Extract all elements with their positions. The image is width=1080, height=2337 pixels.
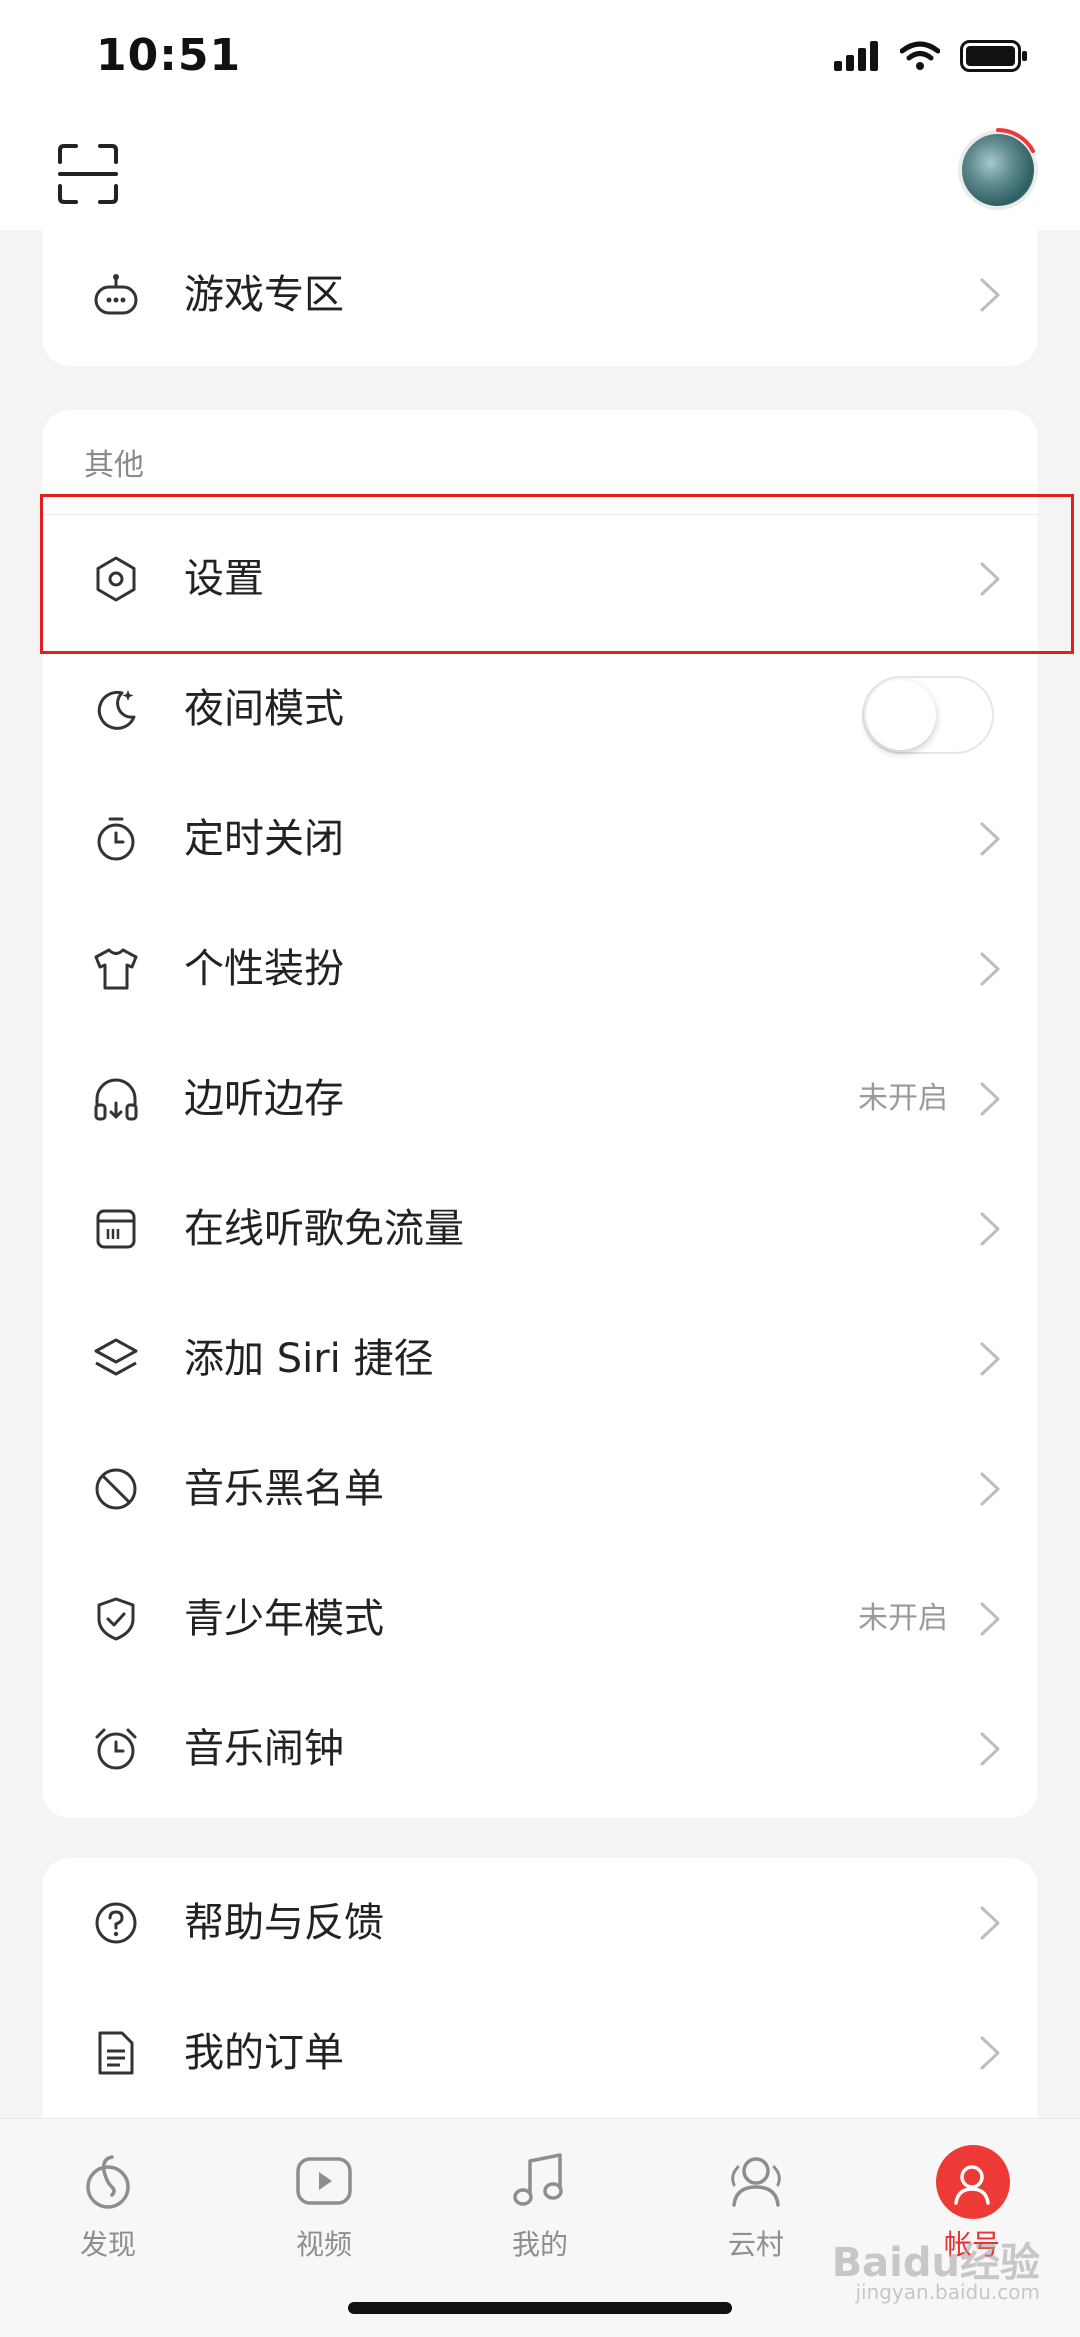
chevron-right-icon [980, 1602, 1000, 1636]
tab-discover[interactable]: 发现 [38, 2139, 178, 2269]
discover-icon [86, 2155, 130, 2209]
row-sleep-timer[interactable]: 定时关闭 [42, 774, 1038, 904]
row-label: 音乐闹钟 [184, 1726, 344, 1772]
row-label: 夜间模式 [184, 686, 344, 732]
chevron-right-icon [980, 562, 1000, 596]
tab-community[interactable]: 云村 [686, 2139, 826, 2269]
toggle-knob [866, 680, 936, 750]
layers-icon [94, 1338, 138, 1376]
community-icon [731, 2157, 781, 2207]
account-icon [954, 2165, 990, 2205]
section-title-other: 其他 [84, 448, 144, 483]
row-cache-while-listening[interactable]: 边听边存 未开启 [42, 1034, 1038, 1164]
chevron-right-icon [980, 952, 1000, 986]
timer-icon [97, 817, 135, 861]
row-teen-mode[interactable]: 青少年模式 未开启 [42, 1554, 1038, 1684]
block-icon [95, 1468, 137, 1510]
row-label: 游戏专区 [184, 272, 344, 318]
row-label: 在线听歌免流量 [184, 1206, 464, 1252]
row-add-siri-shortcut[interactable]: 添加 Siri 捷径 [42, 1294, 1038, 1424]
alarm-icon [95, 1728, 137, 1770]
battery-icon [960, 40, 1027, 72]
chevron-right-icon [980, 2036, 1000, 2070]
status-time: 10:51 [96, 30, 242, 81]
chevron-right-icon [980, 278, 1000, 312]
row-music-alarm[interactable]: 音乐闹钟 [42, 1684, 1038, 1814]
row-label: 个性装扮 [184, 946, 344, 992]
status-icons [834, 40, 1028, 72]
row-label: 边听边存 [184, 1076, 344, 1122]
watermark-sub: jingyan.baidu.com [855, 2280, 1040, 2304]
cellular-signal-icon [834, 41, 878, 71]
row-personalize[interactable]: 个性装扮 [42, 904, 1038, 1034]
avatar-button[interactable] [958, 128, 1038, 210]
status-bar: 10:51 [0, 0, 1080, 120]
top-bar [0, 120, 1080, 230]
row-help-feedback[interactable]: 帮助与反馈 [42, 1858, 1038, 1988]
row-settings[interactable]: 设置 [42, 514, 1038, 644]
row-status-text: 未开启 [858, 1081, 948, 1116]
moon-icon [97, 690, 136, 730]
tab-label: 视频 [295, 2228, 352, 2261]
row-label: 青少年模式 [184, 1596, 384, 1642]
chevron-right-icon [980, 1906, 1000, 1940]
card-other: 其他 设置 夜间模式 定时关闭 个性装扮 边听边存 未开启 在线听歌免流量 添加… [42, 410, 1038, 1818]
tab-mine[interactable]: 我的 [470, 2139, 610, 2269]
chevron-right-icon [980, 822, 1000, 856]
chevron-right-icon [980, 1472, 1000, 1506]
sim-card-icon [96, 1209, 136, 1249]
row-music-blacklist[interactable]: 音乐黑名单 [42, 1424, 1038, 1554]
video-icon [296, 2157, 352, 2205]
night-mode-toggle[interactable] [862, 676, 994, 754]
row-label: 帮助与反馈 [184, 1900, 384, 1946]
card-game: 游戏专区 [42, 230, 1038, 366]
card-help: 帮助与反馈 我的订单 [42, 1858, 1038, 2118]
row-free-data[interactable]: 在线听歌免流量 [42, 1164, 1038, 1294]
scan-icon[interactable] [56, 142, 120, 206]
row-status-text: 未开启 [858, 1601, 948, 1636]
tab-video[interactable]: 视频 [254, 2139, 394, 2269]
avatar-progress-ring [996, 128, 1035, 153]
document-icon [98, 2031, 134, 2075]
tab-label: 云村 [727, 2228, 784, 2261]
chevron-right-icon [980, 1732, 1000, 1766]
gamepad-icon [94, 274, 138, 315]
wifi-icon [900, 41, 940, 70]
row-night-mode: 夜间模式 [42, 644, 1038, 774]
help-icon [95, 1902, 137, 1944]
page: 10:51 游戏专区 其他 设置 夜间模式 定时关闭 个性装扮 边听边存 未开启… [0, 0, 1080, 2337]
shield-check-icon [97, 1597, 135, 1641]
music-note-icon [513, 2153, 563, 2206]
headphones-icon [94, 1078, 138, 1121]
row-label: 设置 [184, 556, 264, 602]
row-label: 定时关闭 [184, 816, 344, 862]
tab-label: 我的 [511, 2228, 568, 2261]
chevron-right-icon [980, 1082, 1000, 1116]
chevron-right-icon [980, 1212, 1000, 1246]
chevron-right-icon [980, 1342, 1000, 1376]
tshirt-icon [94, 948, 138, 990]
row-label: 我的订单 [184, 2030, 344, 2076]
row-my-orders[interactable]: 我的订单 [42, 1988, 1038, 2118]
row-label: 添加 Siri 捷径 [184, 1336, 434, 1382]
home-indicator[interactable] [348, 2302, 732, 2314]
row-game-zone[interactable]: 游戏专区 [42, 230, 1038, 360]
row-label: 音乐黑名单 [184, 1466, 384, 1512]
hexagon-settings-icon [96, 556, 136, 602]
tab-label: 发现 [79, 2228, 136, 2261]
